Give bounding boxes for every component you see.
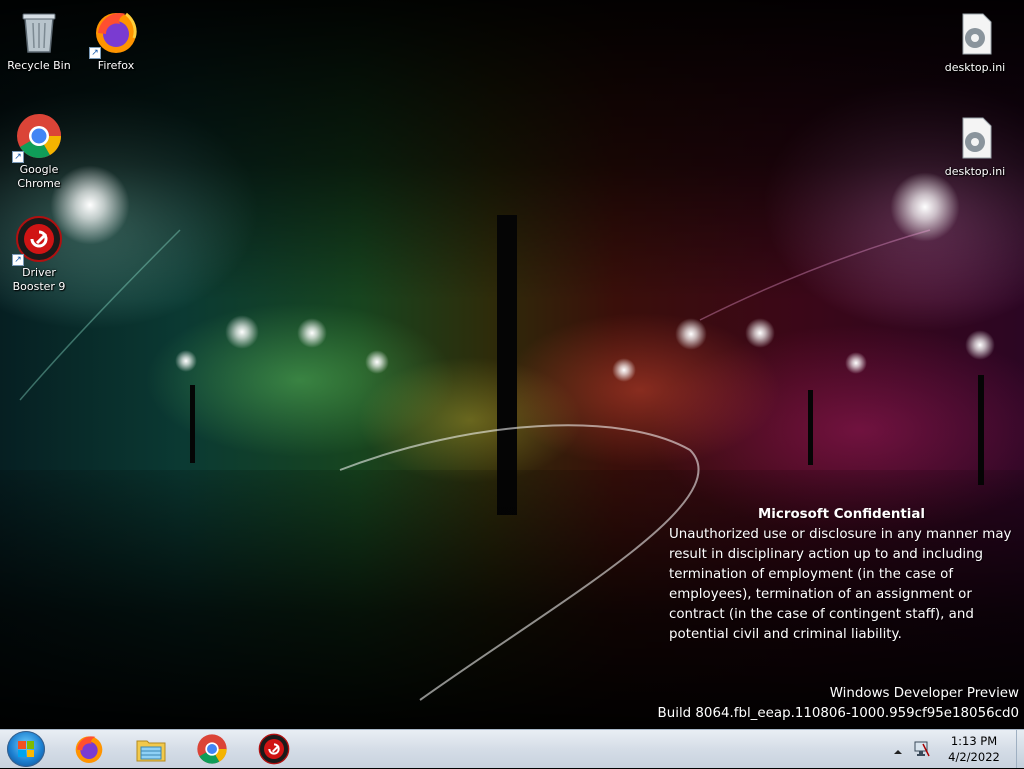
build-text: Build 8064.fbl_eeap.110806-1000.959cf95e… (657, 706, 1019, 721)
recycle-bin-label: Recycle Bin (7, 59, 71, 72)
settings-file-icon (951, 10, 999, 58)
clock-date: 4/2/2022 (948, 750, 1000, 764)
desktop-ini-file-icon[interactable]: desktop.ini (937, 114, 1013, 179)
confidential-notice: Microsoft Confidential Unauthorized use … (669, 505, 1014, 645)
shortcut-arrow-icon: ↗ (12, 151, 24, 163)
network-tray-button[interactable] (913, 740, 931, 758)
confidential-body: Unauthorized use or disclosure in any ma… (669, 527, 1012, 642)
driver-booster-label: Driver Booster 9 (12, 266, 66, 293)
desktop-ini-label: desktop.ini (944, 165, 1006, 178)
taskbar: 1:13 PM 4/2/2022 (0, 729, 1024, 768)
driver-booster-icon (258, 733, 290, 765)
taskbar-clock[interactable]: 1:13 PM 4/2/2022 (934, 733, 1014, 765)
firefox-desktop-icon[interactable]: ↗ Firefox (78, 8, 154, 73)
edition-text: Windows Developer Preview (829, 686, 1019, 701)
recycle-bin-desktop-icon[interactable]: Recycle Bin (1, 8, 77, 73)
chrome-label: Google Chrome (17, 163, 61, 190)
chevron-up-icon (894, 750, 902, 754)
windows-logo-icon (18, 741, 34, 757)
taskbar-driver-booster-button[interactable] (258, 733, 290, 765)
driver-booster-desktop-icon[interactable]: ↗ Driver Booster 9 (1, 215, 77, 294)
taskbar-file-explorer-button[interactable] (135, 733, 167, 765)
network-icon (914, 741, 930, 757)
firefox-icon: ↗ (89, 8, 140, 59)
firefox-label: Firefox (97, 59, 135, 72)
shortcut-arrow-icon: ↗ (12, 254, 24, 266)
recycle-bin-icon (15, 8, 63, 56)
build-watermark: Windows Developer Preview Build 8064.fbl… (658, 684, 1019, 724)
desktop-ini-label: desktop.ini (944, 61, 1006, 74)
chrome-icon (197, 734, 227, 764)
file-explorer-icon (136, 740, 166, 762)
desktop-ini-file-icon[interactable]: desktop.ini (937, 10, 1013, 75)
chrome-icon: ↗ (12, 112, 63, 163)
firefox-icon (75, 736, 103, 763)
taskbar-chrome-button[interactable] (196, 733, 228, 765)
chrome-desktop-icon[interactable]: ↗ Google Chrome (1, 112, 77, 191)
shortcut-arrow-icon: ↗ (89, 47, 101, 59)
start-button[interactable] (7, 731, 45, 767)
clock-time: 1:13 PM (950, 734, 998, 748)
taskbar-firefox-button[interactable] (73, 733, 105, 765)
show-desktop-button[interactable] (1016, 730, 1024, 768)
driver-booster-icon: ↗ (12, 215, 63, 266)
show-hidden-icons-button[interactable] (892, 743, 904, 755)
confidential-title: Microsoft Confidential (757, 507, 926, 522)
settings-file-icon (951, 114, 999, 162)
